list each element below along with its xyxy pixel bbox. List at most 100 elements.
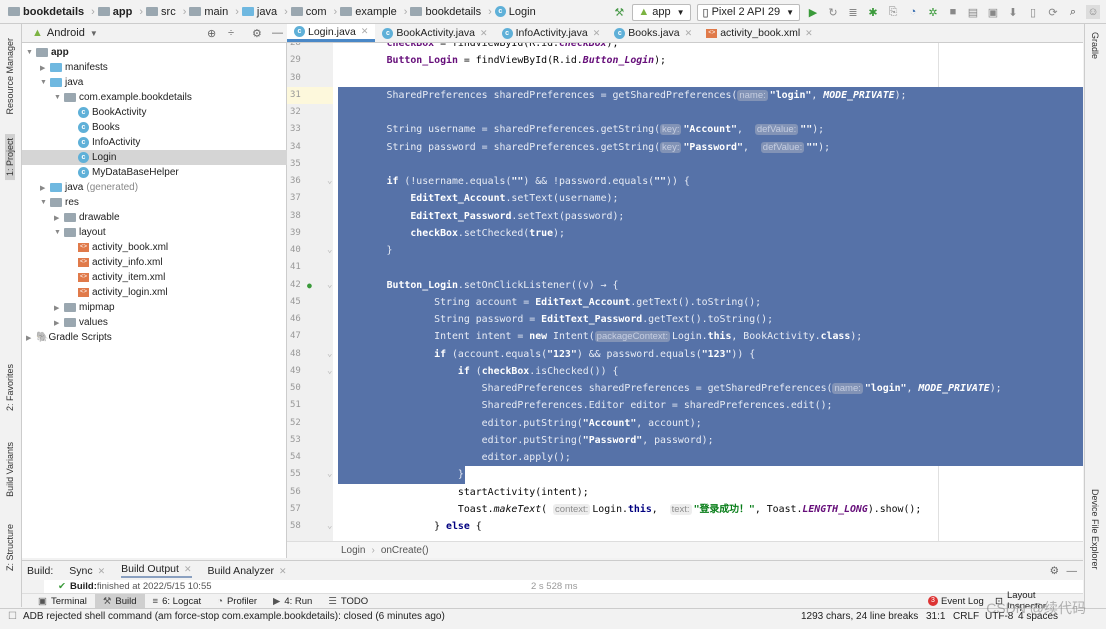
expand-arrow-icon[interactable]: ▼ bbox=[40, 199, 50, 206]
user-icon[interactable]: ☺ bbox=[1086, 5, 1100, 19]
device-file-explorer-tab[interactable]: Device File Explorer bbox=[1090, 489, 1100, 570]
tab-build-output[interactable]: Build Output ✕ bbox=[121, 563, 192, 578]
search-icon[interactable]: ⌕ bbox=[1066, 5, 1080, 19]
debug-icon[interactable]: ✱ bbox=[866, 5, 880, 19]
tree-item-java[interactable]: ▼ java bbox=[22, 75, 287, 90]
device-manager-icon[interactable]: ▯ bbox=[1026, 5, 1040, 19]
tree-item-app[interactable]: ▼ app bbox=[22, 45, 287, 60]
tree-item-res[interactable]: ▼ res bbox=[22, 195, 287, 210]
breadcrumb-item[interactable]: com bbox=[290, 6, 327, 18]
tree-item-drawable[interactable]: ▶ drawable bbox=[22, 210, 287, 225]
tree-item-activity-login-xml[interactable]: <> activity_login.xml bbox=[22, 285, 287, 300]
tab-login-java[interactable]: c Login.java ✕ bbox=[287, 24, 376, 42]
status-toggle-icon[interactable]: ☐ bbox=[8, 611, 17, 622]
expand-arrow-icon[interactable]: ▼ bbox=[26, 49, 36, 56]
fold-marker-icon[interactable]: ⌄ bbox=[327, 242, 332, 259]
status-line-separator[interactable]: CRLF bbox=[953, 611, 979, 622]
tab-activity-book-xml[interactable]: <> activity_book.xml ✕ bbox=[699, 24, 820, 42]
code-editor[interactable]: 28 checkBox = findViewById(R.id.checkBox… bbox=[287, 43, 1083, 541]
breadcrumb-item[interactable]: main bbox=[189, 6, 228, 18]
run-icon[interactable]: ▶ bbox=[806, 5, 820, 19]
close-icon[interactable]: ✕ bbox=[98, 566, 106, 576]
locate-icon[interactable]: ⊕ bbox=[207, 27, 216, 40]
run-config-select[interactable]: ▲ app ▼ bbox=[632, 3, 691, 21]
collapse-arrow-icon[interactable]: ▶ bbox=[40, 64, 50, 72]
profiler-icon[interactable]: ◔ bbox=[906, 5, 920, 19]
gear-icon[interactable]: ⚙ bbox=[1050, 565, 1059, 577]
build-output-row[interactable]: ✔ Build: finished at 2022/5/15 10:55 2 s… bbox=[44, 580, 1083, 593]
tree-item-infoactivity[interactable]: c InfoActivity bbox=[22, 135, 287, 150]
build-variants-tab[interactable]: Build Variants bbox=[5, 442, 15, 497]
tab-books-java[interactable]: c Books.java ✕ bbox=[607, 24, 699, 42]
project-structure-icon[interactable]: ▤ bbox=[966, 5, 980, 19]
minimize-icon[interactable]: — bbox=[1067, 565, 1078, 577]
tree-item-activity-info-xml[interactable]: <> activity_info.xml bbox=[22, 255, 287, 270]
hammer-icon[interactable]: ⚒ bbox=[612, 5, 626, 19]
expand-arrow-icon[interactable]: ▼ bbox=[54, 229, 64, 236]
fold-marker-icon[interactable]: ⌄ bbox=[327, 173, 332, 190]
tree-item-books[interactable]: c Books bbox=[22, 120, 287, 135]
close-icon[interactable]: ✕ bbox=[279, 566, 287, 576]
breadcrumb-method[interactable]: onCreate() bbox=[381, 545, 429, 556]
rerun-icon[interactable]: ↻ bbox=[826, 5, 840, 19]
tree-item-login[interactable]: c Login bbox=[22, 150, 287, 165]
tree-item-activity-book-xml[interactable]: <> activity_book.xml bbox=[22, 240, 287, 255]
breadcrumb-item[interactable]: java bbox=[241, 6, 277, 18]
tree-item-bookactivity[interactable]: c BookActivity bbox=[22, 105, 287, 120]
debug-attach-icon[interactable]: ✲ bbox=[926, 5, 940, 19]
tree-item-layout[interactable]: ▼ layout bbox=[22, 225, 287, 240]
tree-item-manifests[interactable]: ▶ manifests bbox=[22, 60, 287, 75]
breadcrumb-item[interactable]: bookdetails bbox=[8, 6, 84, 18]
close-icon[interactable]: ✕ bbox=[480, 28, 488, 39]
minimize-icon[interactable]: — bbox=[272, 27, 283, 39]
breadcrumb-item[interactable]: c Login bbox=[494, 6, 536, 18]
fold-marker-icon[interactable]: ⌄ bbox=[327, 277, 332, 294]
resource-manager-tab[interactable]: Resource Manager bbox=[5, 38, 15, 115]
status-position[interactable]: 31:1 bbox=[926, 611, 945, 622]
tree-item-mydatabasehelper[interactable]: c MyDataBaseHelper bbox=[22, 165, 287, 180]
close-icon[interactable]: ✕ bbox=[805, 28, 813, 39]
tree-item-com-example-bookdetails[interactable]: ▼ com.example.bookdetails bbox=[22, 90, 287, 105]
breadcrumb-item[interactable]: app bbox=[97, 6, 132, 18]
close-icon[interactable]: ✕ bbox=[184, 564, 192, 574]
fold-marker-icon[interactable]: ⌄ bbox=[327, 363, 332, 380]
tab-sync[interactable]: Sync ✕ bbox=[69, 565, 105, 577]
gradle-tab[interactable]: Gradle bbox=[1090, 32, 1100, 59]
structure-tab[interactable]: Z: Structure bbox=[5, 524, 15, 571]
tree-item-activity-item-xml[interactable]: <> activity_item.xml bbox=[22, 270, 287, 285]
toolwindow-6-logcat[interactable]: ≡ 6: Logcat bbox=[145, 594, 210, 609]
close-icon[interactable]: ✕ bbox=[685, 28, 693, 39]
status-message[interactable]: ADB rejected shell command (am force-sto… bbox=[23, 611, 445, 622]
stop-icon[interactable]: ■ bbox=[946, 5, 960, 19]
tab-bookactivity-java[interactable]: c BookActivity.java ✕ bbox=[375, 24, 494, 42]
breadcrumb-item[interactable]: example bbox=[340, 6, 397, 18]
tree-item-values[interactable]: ▶ values bbox=[22, 315, 287, 330]
breadcrumb-class[interactable]: Login bbox=[341, 545, 365, 556]
close-icon[interactable]: ✕ bbox=[593, 28, 601, 39]
expand-arrow-icon[interactable]: ▼ bbox=[40, 79, 50, 86]
collapse-arrow-icon[interactable]: ▶ bbox=[54, 319, 64, 327]
project-tab[interactable]: 1: Project bbox=[5, 134, 15, 181]
gear-icon[interactable]: ⚙ bbox=[252, 27, 262, 40]
chevron-down-icon[interactable]: ▼ bbox=[90, 29, 98, 38]
tree-item-java[interactable]: ▶ java (generated) bbox=[22, 180, 287, 195]
fold-marker-icon[interactable]: ⌄ bbox=[327, 346, 332, 363]
toolwindow-todo[interactable]: ☰ TODO bbox=[320, 594, 376, 609]
toolwindow-terminal[interactable]: ▣ Terminal bbox=[30, 594, 95, 609]
expand-arrow-icon[interactable]: ▼ bbox=[54, 94, 64, 101]
collapse-arrow-icon[interactable]: ▶ bbox=[54, 214, 64, 222]
sdk-icon[interactable]: ⬇ bbox=[1006, 5, 1020, 19]
collapse-arrow-icon[interactable]: ▶ bbox=[26, 334, 36, 342]
toolwindow-4-run[interactable]: ▶ 4: Run bbox=[265, 594, 320, 609]
tree-item-mipmap[interactable]: ▶ mipmap bbox=[22, 300, 287, 315]
apply-changes-icon[interactable]: ≣ bbox=[846, 5, 860, 19]
collapse-icon[interactable]: ÷ bbox=[228, 27, 234, 39]
toolwindow-profiler[interactable]: ◔ Profiler bbox=[209, 594, 265, 609]
breadcrumb-item[interactable]: bookdetails bbox=[410, 6, 481, 18]
attach-icon[interactable]: ⎘ bbox=[886, 5, 900, 19]
tree-item-gradle-scripts[interactable]: ▶ 🐘 Gradle Scripts bbox=[22, 330, 287, 345]
project-view-select[interactable]: Android bbox=[47, 27, 85, 39]
device-select[interactable]: ▯ Pixel 2 API 29 ▼ bbox=[696, 3, 800, 21]
event-log-button[interactable]: 3 Event Log bbox=[920, 594, 992, 609]
toolwindow-build[interactable]: ⚒ Build bbox=[94, 593, 145, 609]
